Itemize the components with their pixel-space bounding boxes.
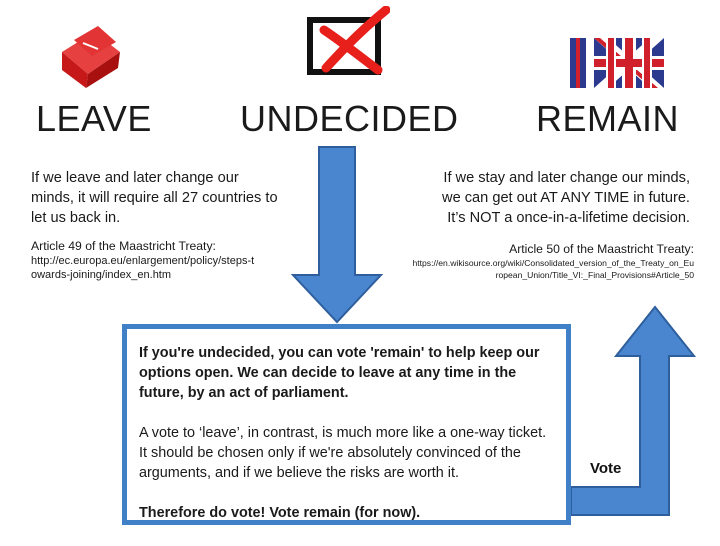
leave-contrast-text: A vote to ‘leave’, in contrast, is much … bbox=[139, 425, 547, 481]
up-arrow bbox=[570, 305, 697, 516]
undecided-advice-text: If you're undecided, you can vote 'remai… bbox=[139, 345, 540, 401]
vote-label: Vote bbox=[590, 460, 622, 477]
closing-call-to-action: Therefore do vote! Vote remain (for now)… bbox=[139, 505, 421, 521]
down-arrow bbox=[290, 146, 384, 324]
recommendation-box: If you're undecided, you can vote 'remai… bbox=[122, 324, 571, 525]
